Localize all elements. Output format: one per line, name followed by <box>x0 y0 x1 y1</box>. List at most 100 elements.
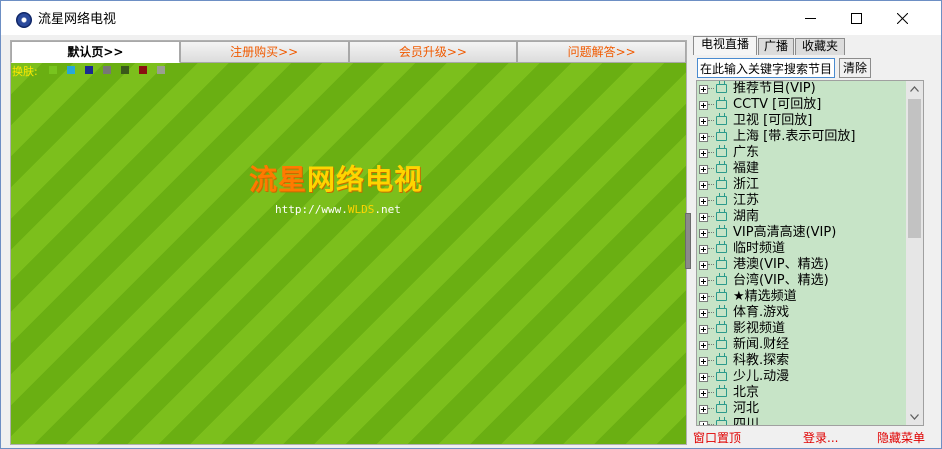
tab-radio[interactable]: 广播 <box>758 38 794 55</box>
skin-swatch[interactable] <box>103 66 111 74</box>
skin-swatches <box>49 66 175 74</box>
channel-group[interactable]: 临时频道 <box>697 241 907 257</box>
expand-plus-icon[interactable] <box>699 341 708 350</box>
tv-icon <box>716 404 727 413</box>
channel-group-label: 广东 <box>733 145 760 160</box>
tv-icon <box>716 84 727 93</box>
channel-group[interactable]: 卫视 [可回放] <box>697 113 907 129</box>
expand-plus-icon[interactable] <box>699 309 708 318</box>
channel-group-label: 推荐节目(VIP) <box>733 81 816 96</box>
close-button[interactable] <box>879 1 925 35</box>
tv-icon <box>716 132 727 141</box>
expand-plus-icon[interactable] <box>699 181 708 190</box>
channel-group-label: 河北 <box>733 401 760 416</box>
tree-connector <box>708 264 714 265</box>
skin-swatch[interactable] <box>49 66 57 74</box>
skin-swatch[interactable] <box>85 66 93 74</box>
channel-group[interactable]: 湖南 <box>697 209 907 225</box>
channel-group-label: 福建 <box>733 161 760 176</box>
channel-group[interactable]: 江苏 <box>697 193 907 209</box>
skin-swatch[interactable] <box>157 66 165 74</box>
brand-url: http://www.WLDS.net <box>275 203 401 216</box>
channel-group[interactable]: 四川 <box>697 417 907 425</box>
pin-window-link[interactable]: 窗口置顶 <box>693 429 741 446</box>
chevron-up-icon <box>910 86 919 92</box>
chevron-down-icon <box>910 414 919 420</box>
expand-plus-icon[interactable] <box>699 325 708 334</box>
expand-plus-icon[interactable] <box>699 117 708 126</box>
maximize-button[interactable] <box>833 1 879 35</box>
expand-plus-icon[interactable] <box>699 197 708 206</box>
tab-tv-live[interactable]: 电视直播 <box>693 36 757 55</box>
skin-swatch[interactable] <box>121 66 129 74</box>
clear-button[interactable]: 清除 <box>839 58 871 78</box>
channel-group[interactable]: 港澳(VIP、精选) <box>697 257 907 273</box>
minimize-icon <box>804 17 816 19</box>
nav-tab-faq[interactable]: 问题解答>> <box>517 41 686 63</box>
channel-group[interactable]: 科教.探索 <box>697 353 907 369</box>
video-stage[interactable]: 换肤: 流星网络电视 http://www.WLDS.net <box>11 63 686 444</box>
expand-plus-icon[interactable] <box>699 373 708 382</box>
skin-swatch[interactable] <box>139 66 147 74</box>
expand-plus-icon[interactable] <box>699 277 708 286</box>
tree-scrollbar[interactable] <box>906 81 923 425</box>
channel-group-label: 港澳(VIP、精选) <box>733 257 829 272</box>
tree-connector <box>708 424 714 425</box>
channel-group[interactable]: 浙江 <box>697 177 907 193</box>
channel-sidebar: 电视直播 广播 收藏夹 清除 推荐节目(VIP)CCTV [可回放]卫视 [可回… <box>691 36 925 448</box>
skin-swatch[interactable] <box>67 66 75 74</box>
expand-plus-icon[interactable] <box>699 213 708 222</box>
expand-plus-icon[interactable] <box>699 421 708 425</box>
channel-group[interactable]: 河北 <box>697 401 907 417</box>
channel-group[interactable]: CCTV [可回放] <box>697 97 907 113</box>
scroll-up-button[interactable] <box>906 81 923 97</box>
nav-tab-member-upgrade[interactable]: 会员升级>> <box>348 41 518 63</box>
expand-plus-icon[interactable] <box>699 165 708 174</box>
expand-plus-icon[interactable] <box>699 405 708 414</box>
tab-favorites[interactable]: 收藏夹 <box>795 38 845 55</box>
expand-plus-icon[interactable] <box>699 149 708 158</box>
tv-icon <box>716 372 727 381</box>
channel-group[interactable]: 体育.游戏 <box>697 305 907 321</box>
tv-icon <box>716 116 727 125</box>
login-link[interactable]: 登录... <box>803 429 838 446</box>
nav-tab-home[interactable]: 默认页>> <box>11 41 180 63</box>
channel-group[interactable]: 推荐节目(VIP) <box>697 81 907 97</box>
channel-group[interactable]: 广东 <box>697 145 907 161</box>
expand-plus-icon[interactable] <box>699 293 708 302</box>
channel-group-label: 少儿.动漫 <box>733 369 790 384</box>
expand-plus-icon[interactable] <box>699 229 708 238</box>
channel-group[interactable]: 上海 [带.表示可回放] <box>697 129 907 145</box>
tree-connector <box>708 248 714 249</box>
channel-group[interactable]: 新闻.财经 <box>697 337 907 353</box>
scroll-down-button[interactable] <box>906 409 923 425</box>
tree-connector <box>708 88 714 89</box>
minimize-button[interactable] <box>787 1 833 35</box>
expand-plus-icon[interactable] <box>699 245 708 254</box>
tree-connector <box>708 152 714 153</box>
channel-group[interactable]: ★精选频道 <box>697 289 907 305</box>
url-suffix: .net <box>374 203 401 216</box>
nav-tab-register-buy[interactable]: 注册购买>> <box>179 41 349 63</box>
app-window: 流星网络电视 默认页>> 注册购买>> 会员升级>> 问题解答>> 换肤: 流星… <box>0 0 942 449</box>
title-bar[interactable]: 流星网络电视 <box>1 1 941 35</box>
channel-group[interactable]: 北京 <box>697 385 907 401</box>
channel-group[interactable]: 福建 <box>697 161 907 177</box>
channel-group[interactable]: 少儿.动漫 <box>697 369 907 385</box>
expand-plus-icon[interactable] <box>699 261 708 270</box>
tree-connector <box>708 312 714 313</box>
expand-plus-icon[interactable] <box>699 133 708 142</box>
channel-group[interactable]: 台湾(VIP、精选) <box>697 273 907 289</box>
expand-plus-icon[interactable] <box>699 389 708 398</box>
expand-plus-icon[interactable] <box>699 101 708 110</box>
expand-plus-icon[interactable] <box>699 85 708 94</box>
channel-group[interactable]: 影视频道 <box>697 321 907 337</box>
channel-tree[interactable]: 推荐节目(VIP) CCTV [可回放] 卫视 [可回放] 上海 [带.表示可回放] 广… <box>696 80 924 426</box>
search-input[interactable] <box>697 58 835 78</box>
hide-menu-link[interactable]: 隐藏菜单 <box>877 429 925 446</box>
scroll-thumb[interactable] <box>908 99 921 238</box>
tv-icon <box>716 292 727 301</box>
channel-list: 推荐节目(VIP) CCTV [可回放] 卫视 [可回放] 上海 [带.表示可回放] 广… <box>697 81 907 425</box>
expand-plus-icon[interactable] <box>699 357 708 366</box>
channel-group[interactable]: VIP高清高速(VIP) <box>697 225 907 241</box>
